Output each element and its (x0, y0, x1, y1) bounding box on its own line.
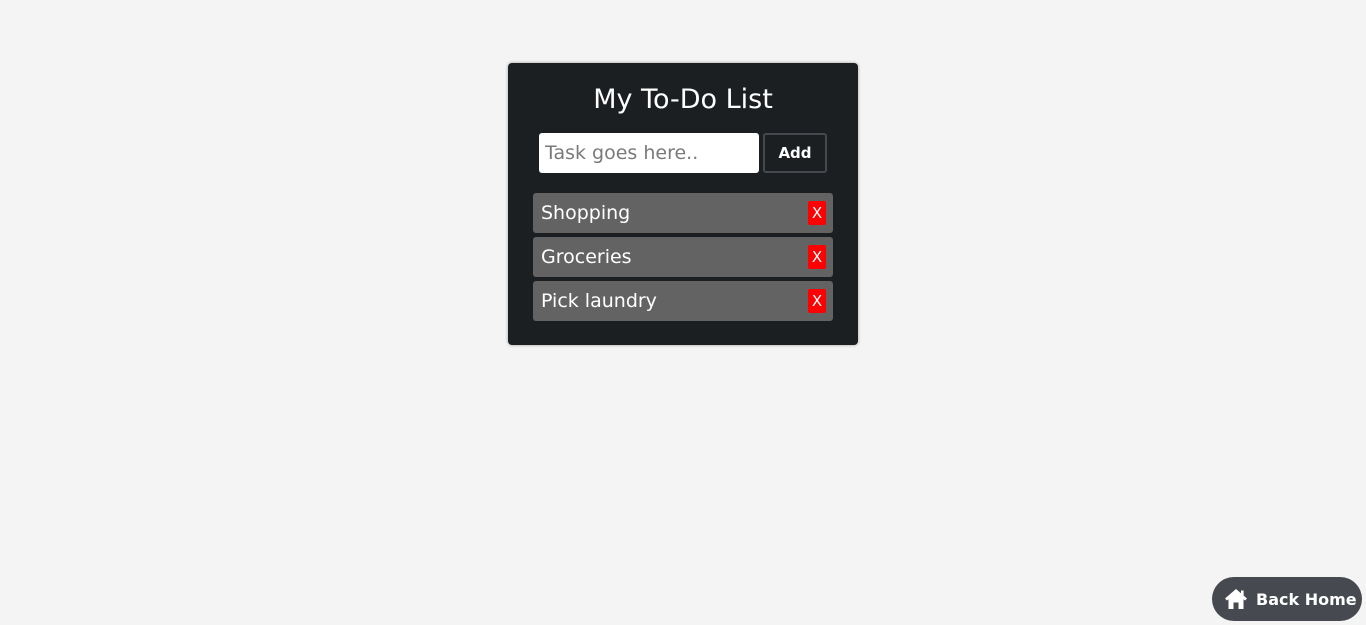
task-item-groceries: Groceries X (533, 237, 833, 277)
task-list: Shopping X Groceries X Pick laundry X (533, 193, 833, 325)
task-label: Groceries (541, 246, 632, 268)
todo-card: My To-Do List Add Shopping X Groceries X… (508, 63, 858, 345)
delete-task-button[interactable]: X (808, 289, 826, 313)
task-item-pick-laundry: Pick laundry X (533, 281, 833, 321)
back-home-button[interactable]: Back Home (1212, 577, 1362, 621)
delete-task-button[interactable]: X (808, 201, 826, 225)
task-label: Shopping (541, 202, 631, 224)
task-item-shopping: Shopping X (533, 193, 833, 233)
page-title: My To-Do List (593, 84, 773, 115)
back-home-label: Back Home (1256, 589, 1357, 609)
add-button[interactable]: Add (763, 133, 827, 173)
task-label: Pick laundry (541, 290, 657, 312)
delete-task-button[interactable]: X (808, 245, 826, 269)
task-input[interactable] (539, 133, 759, 173)
home-icon (1224, 588, 1248, 610)
